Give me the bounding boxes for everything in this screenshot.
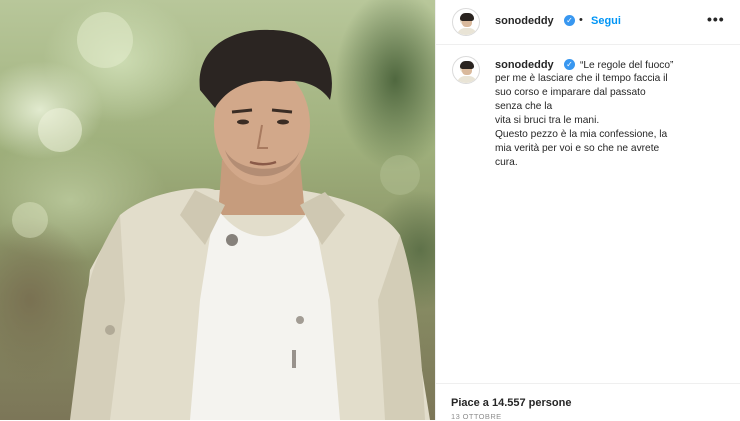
caption-username-link[interactable]: sonodeddy — [495, 59, 554, 71]
caption-line: Questo pezzo è la mia confessione, la — [495, 129, 668, 140]
caption-line: cura. — [495, 157, 518, 168]
caption-avatar[interactable] — [452, 56, 480, 84]
verified-badge-icon: ✓ — [564, 15, 575, 26]
caption-line: senza che la — [495, 101, 553, 112]
more-options-icon[interactable]: ••• — [707, 11, 725, 27]
caption-line: mia verità per voi e so che ne avrete — [495, 143, 660, 154]
post-header: sonodeddy ✓ • Segui ••• — [436, 0, 740, 45]
verified-badge-icon: ✓ — [564, 59, 575, 70]
caption-line: per me è lasciare che il tempo faccia il — [495, 73, 668, 84]
post-footer: Piace a 14.557 persone 13 OTTOBRE — [436, 383, 740, 421]
post-photo[interactable] — [0, 0, 435, 420]
likes-count[interactable]: Piace a 14.557 persone — [451, 397, 571, 409]
caption-line: “Le regole del fuoco” — [580, 60, 674, 71]
post-side-panel: sonodeddy ✓ • Segui ••• sonodeddy ✓ “Le … — [435, 0, 740, 421]
portrait-illustration — [12, 12, 430, 420]
follow-button[interactable]: Segui — [591, 15, 621, 27]
caption-line: suo corso e imparare dal passato — [495, 87, 646, 98]
caption-line: vita si bruci tra le mani. — [495, 115, 600, 126]
avatar[interactable] — [452, 8, 480, 36]
username-link[interactable]: sonodeddy — [495, 15, 554, 27]
separator-dot: • — [579, 14, 583, 26]
post-caption: “Le regole del fuoco” per me è lasciare … — [495, 60, 727, 170]
